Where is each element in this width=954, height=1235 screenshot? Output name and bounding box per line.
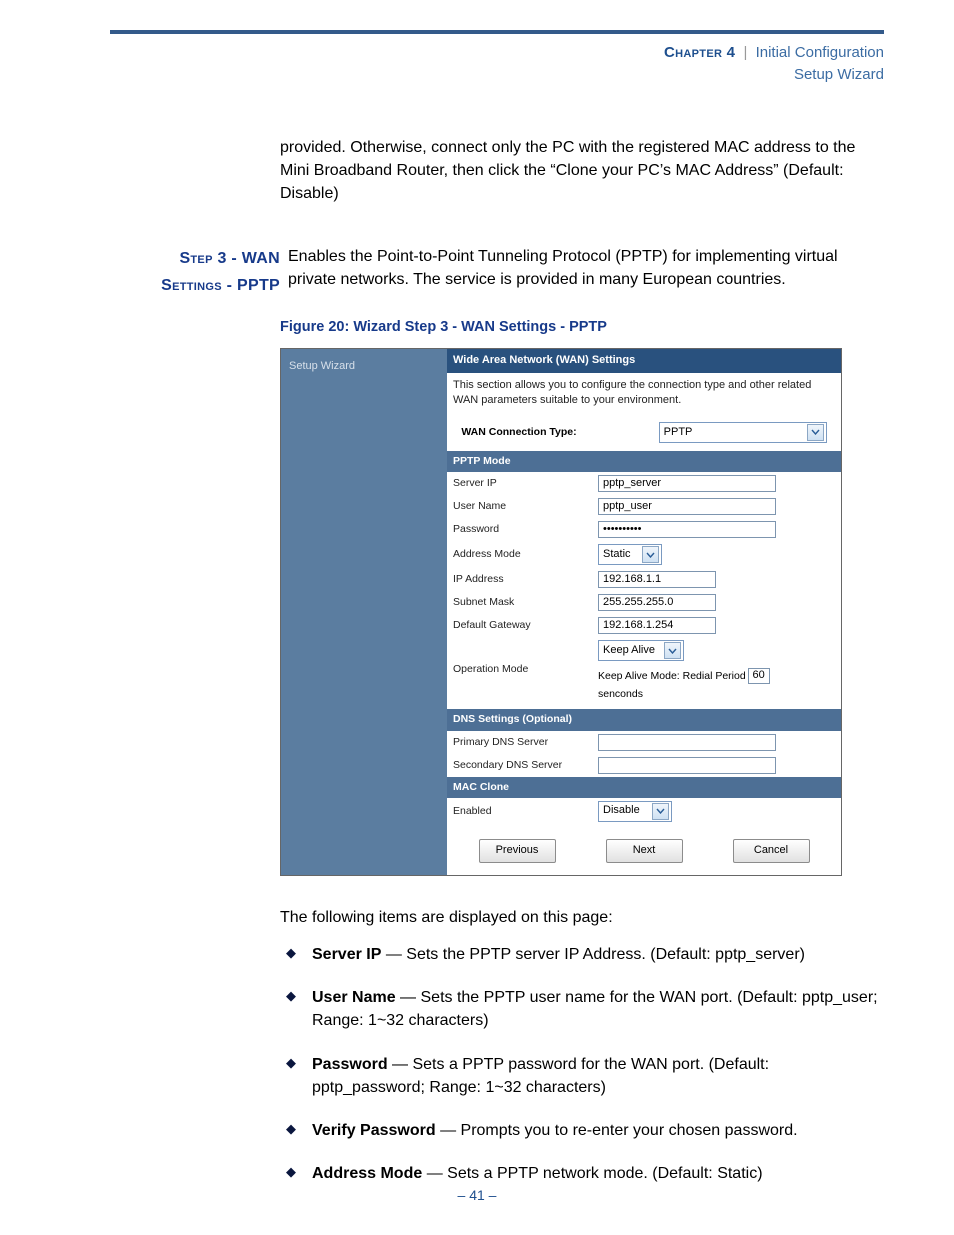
label-server-ip: Server IP — [453, 476, 598, 491]
shot-sidebar: Setup Wizard — [281, 349, 447, 874]
margin-heading-line2: Settings - PPTP — [110, 272, 280, 299]
previous-button[interactable]: Previous — [479, 839, 556, 863]
band-pptp-mode: PPTP Mode — [447, 451, 841, 472]
label-default-gateway: Default Gateway — [453, 618, 598, 633]
input-ip-address[interactable]: 192.168.1.1 — [598, 571, 716, 588]
keep-alive-line-tail: senconds — [598, 687, 770, 702]
select-address-mode[interactable]: Static — [598, 544, 662, 565]
list-item: Address Mode — Sets a PPTP network mode.… — [280, 1162, 884, 1185]
shot-main: Wide Area Network (WAN) Settings This se… — [447, 349, 841, 874]
label-subnet-mask: Subnet Mask — [453, 595, 598, 610]
band-dns-settings: DNS Settings (Optional) — [447, 709, 841, 730]
wan-settings-header: Wide Area Network (WAN) Settings — [447, 349, 841, 373]
items-list: Server IP — Sets the PPTP server IP Addr… — [280, 943, 884, 1185]
label-operation-mode: Operation Mode — [453, 640, 598, 677]
label-user-name: User Name — [453, 499, 598, 514]
input-default-gateway[interactable]: 192.168.1.254 — [598, 617, 716, 634]
header-rule — [110, 30, 884, 34]
input-redial-period[interactable]: 60 — [748, 668, 770, 684]
select-operation-mode[interactable]: Keep Alive — [598, 640, 684, 661]
chevron-down-icon — [664, 642, 681, 659]
chevron-down-icon — [642, 546, 659, 563]
next-button[interactable]: Next — [606, 839, 683, 863]
list-item: Server IP — Sets the PPTP server IP Addr… — [280, 943, 884, 966]
input-primary-dns[interactable] — [598, 734, 776, 751]
items-intro: The following items are displayed on thi… — [280, 906, 884, 929]
page-number: – 41 – — [0, 1185, 954, 1205]
label-ip-address: IP Address — [453, 572, 598, 587]
cancel-button[interactable]: Cancel — [733, 839, 810, 863]
section-text: Enables the Point-to-Point Tunneling Pro… — [288, 245, 884, 291]
list-item: User Name — Sets the PPTP user name for … — [280, 986, 884, 1032]
label-password: Password — [453, 522, 598, 537]
label-mac-clone-enabled: Enabled — [453, 804, 598, 819]
chapter-label: Chapter 4 — [664, 44, 735, 61]
input-subnet-mask[interactable]: 255.255.255.0 — [598, 594, 716, 611]
chapter-subtitle: Setup Wizard — [110, 64, 884, 86]
wan-conn-type-select[interactable]: PPTP — [659, 422, 827, 443]
select-mac-clone[interactable]: Disable — [598, 801, 672, 822]
label-address-mode: Address Mode — [453, 547, 598, 562]
margin-heading-line1: Step 3 - WAN — [110, 245, 280, 272]
figure-caption: Figure 20: Wizard Step 3 - WAN Settings … — [280, 317, 884, 338]
list-item: Verify Password — Prompts you to re-ente… — [280, 1119, 884, 1142]
input-server-ip[interactable]: pptp_server — [598, 475, 776, 492]
section-margin-heading: Step 3 - WAN Settings - PPTP — [110, 245, 288, 299]
input-secondary-dns[interactable] — [598, 757, 776, 774]
band-mac-clone: MAC Clone — [447, 777, 841, 798]
keep-alive-line: Keep Alive Mode: Redial Period 60 — [598, 668, 770, 684]
wan-conn-type-value: PPTP — [664, 425, 693, 441]
wizard-button-row: Previous Next Cancel — [447, 825, 841, 875]
chevron-down-icon — [652, 803, 669, 820]
intro-continuation: provided. Otherwise, connect only the PC… — [280, 136, 884, 206]
sidebar-item-setup-wizard[interactable]: Setup Wizard — [289, 359, 439, 375]
input-user-name[interactable]: pptp_user — [598, 498, 776, 515]
chapter-title: Initial Configuration — [756, 44, 884, 61]
page-header: Chapter 4 | Initial Configuration Setup … — [110, 42, 884, 86]
wan-settings-desc: This section allows you to configure the… — [447, 373, 841, 420]
wan-conn-type-label: WAN Connection Type: — [461, 425, 576, 440]
list-item: Password — Sets a PPTP password for the … — [280, 1053, 884, 1099]
label-secondary-dns: Secondary DNS Server — [453, 758, 598, 773]
header-separator: | — [744, 44, 748, 61]
input-password[interactable]: •••••••••• — [598, 521, 776, 538]
router-screenshot: Setup Wizard Wide Area Network (WAN) Set… — [280, 348, 842, 875]
chevron-down-icon — [807, 424, 824, 441]
label-primary-dns: Primary DNS Server — [453, 735, 598, 750]
